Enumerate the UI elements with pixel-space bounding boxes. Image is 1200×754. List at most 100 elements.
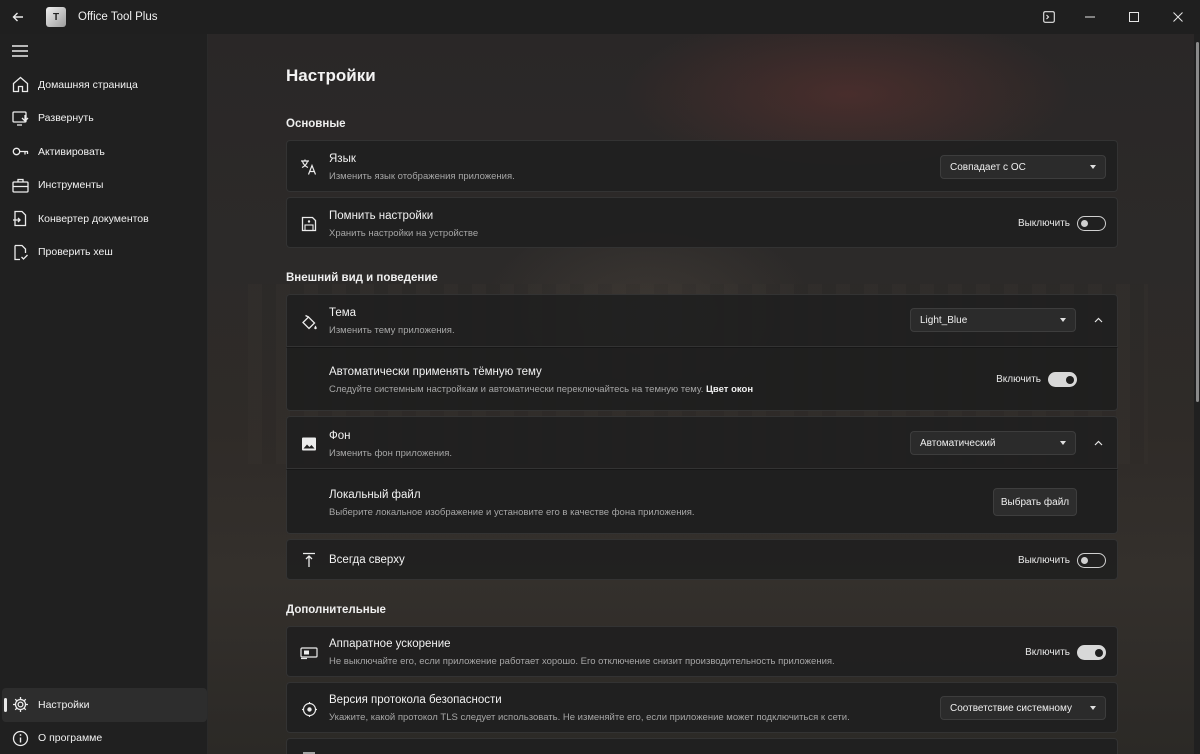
- toolbox-icon: [11, 176, 29, 194]
- sidebar-item-settings[interactable]: Настройки: [2, 688, 207, 722]
- setting-title: Всегда сверху: [329, 554, 405, 566]
- setting-tls: Версия протокола безопасности Укажите, к…: [286, 682, 1118, 733]
- caret-down-icon: [1090, 706, 1096, 710]
- settings-page: Настройки Основные Язык Изменить язык от…: [208, 34, 1200, 754]
- chevron-up-icon: [1094, 317, 1102, 323]
- setting-title: Тема: [329, 307, 357, 319]
- setting-description: Выберите локальное изображение и установ…: [329, 507, 695, 518]
- sidebar-item-label: Конвертер документов: [38, 212, 149, 225]
- sidebar-item-tools[interactable]: Инструменты: [0, 169, 207, 203]
- caret-down-icon: [1090, 165, 1096, 169]
- setting-always-on-top: Всегда сверху Выключить: [286, 539, 1118, 580]
- sidebar-footer: Настройки О программе: [0, 688, 207, 754]
- maximize-button[interactable]: [1112, 0, 1156, 34]
- deploy-icon: [11, 109, 29, 127]
- close-icon: [1173, 12, 1183, 22]
- sidebar-item-about[interactable]: О программе: [0, 722, 207, 754]
- sidebar-item-converter[interactable]: Конвертер документов: [0, 202, 207, 236]
- minimize-icon: [1085, 16, 1095, 18]
- choose-file-button[interactable]: Выбрать файл: [993, 488, 1077, 516]
- background-dropdown[interactable]: Автоматический: [910, 431, 1076, 455]
- setting-description: Укажите, какой протокол TLS следует испо…: [329, 712, 850, 723]
- pin-top-icon: [299, 550, 319, 570]
- setting-description: Не выключайте его, если приложение работ…: [329, 656, 835, 667]
- always-on-top-toggle[interactable]: [1077, 553, 1106, 568]
- collapse-background-button[interactable]: [1088, 433, 1108, 453]
- sidebar: Домашняя страница Развернуть Активироват…: [0, 34, 208, 754]
- window-title: Office Tool Plus: [78, 11, 158, 23]
- toggle-label: Выключить: [1017, 218, 1070, 229]
- dropdown-value: Light_Blue: [920, 314, 968, 326]
- minimize-button[interactable]: [1068, 0, 1112, 34]
- tls-dropdown[interactable]: Соответствие системному: [940, 696, 1106, 720]
- list-icon: [299, 749, 319, 754]
- setting-description: Хранить настройки на устройстве: [329, 228, 479, 239]
- setting-title: Локальный файл: [329, 489, 421, 501]
- setting-title: Фон: [329, 430, 351, 442]
- chevron-up-icon: [1094, 440, 1102, 446]
- paint-bucket-icon: [299, 312, 319, 332]
- menu-toggle-button[interactable]: [0, 34, 207, 68]
- language-dropdown[interactable]: Совпадает с ОС: [940, 155, 1106, 179]
- description-text: Следуйте системным настройкам и автомати…: [329, 384, 704, 395]
- arrow-left-icon: [12, 12, 23, 22]
- hamburger-icon: [12, 45, 28, 57]
- caret-down-icon: [1060, 318, 1066, 322]
- security-shield-icon: [299, 699, 319, 719]
- dropdown-value: Автоматический: [920, 437, 996, 449]
- setting-description: Изменить тему приложения.: [329, 325, 455, 336]
- gear-icon: [11, 696, 29, 714]
- scrollbar[interactable]: [1196, 42, 1199, 402]
- terminal-icon: [1043, 11, 1055, 23]
- collapse-theme-button[interactable]: [1088, 310, 1108, 330]
- translate-icon: [299, 157, 319, 177]
- maximize-icon: [1129, 12, 1139, 22]
- dropdown-value: Совпадает с ОС: [950, 161, 1026, 173]
- info-icon: [11, 729, 29, 747]
- home-icon: [11, 76, 29, 94]
- setting-description: Следуйте системным настройкам и автомати…: [329, 384, 753, 395]
- setting-hw-accel: Аппаратное ускорение Не выключайте его, …: [286, 626, 1118, 677]
- back-button[interactable]: [0, 0, 36, 34]
- setting-remember: Помнить настройки Хранить настройки на у…: [286, 197, 1118, 248]
- auto-dark-toggle[interactable]: [1048, 372, 1077, 387]
- sidebar-item-home[interactable]: Домашняя страница: [0, 68, 207, 102]
- setting-title: Автоматически применять тёмную тему: [329, 366, 542, 378]
- hw-accel-toggle[interactable]: [1077, 645, 1106, 660]
- setting-local-file: Локальный файл Выберите локальное изобра…: [286, 469, 1118, 534]
- remember-toggle[interactable]: [1077, 216, 1106, 231]
- setting-background: Фон Изменить фон приложения. Автоматичес…: [286, 416, 1118, 469]
- terminal-button[interactable]: [1030, 0, 1068, 34]
- title-bar: T Office Tool Plus: [0, 0, 1200, 34]
- setting-title: Помнить настройки: [329, 210, 434, 222]
- section-appearance: Внешний вид и поведение: [286, 272, 438, 284]
- sidebar-item-activate[interactable]: Активировать: [0, 135, 207, 169]
- app-logo: T: [46, 7, 66, 27]
- sidebar-item-label: Настройки: [38, 698, 90, 711]
- setting-title: Версия протокола безопасности: [329, 694, 502, 706]
- toggle-label: Включить: [1025, 647, 1070, 658]
- setting-theme: Тема Изменить тему приложения. Light_Blu…: [286, 294, 1118, 347]
- image-icon: [299, 434, 319, 454]
- gpu-icon: [299, 643, 319, 663]
- sidebar-item-label: Развернуть: [38, 112, 94, 125]
- section-advanced: Дополнительные: [286, 604, 386, 616]
- section-basic: Основные: [286, 118, 346, 130]
- save-icon: [299, 214, 319, 234]
- setting-title: Аппаратное ускорение: [329, 638, 451, 650]
- sidebar-item-label: Активировать: [38, 145, 105, 158]
- caret-down-icon: [1060, 441, 1066, 445]
- window-color-link[interactable]: Цвет окон: [706, 384, 753, 395]
- sidebar-item-deploy[interactable]: Развернуть: [0, 102, 207, 136]
- dropdown-value: Соответствие системному: [950, 702, 1072, 714]
- toggle-label: Включить: [996, 374, 1041, 385]
- convert-document-icon: [11, 210, 29, 228]
- theme-dropdown[interactable]: Light_Blue: [910, 308, 1076, 332]
- setting-description: Изменить язык отображения приложения.: [329, 171, 515, 182]
- close-button[interactable]: [1156, 0, 1200, 34]
- setting-language: Язык Изменить язык отображения приложени…: [286, 140, 1118, 192]
- sidebar-item-hash[interactable]: Проверить хеш: [0, 236, 207, 270]
- key-icon: [11, 143, 29, 161]
- sidebar-item-label: Домашняя страница: [38, 78, 138, 91]
- setting-description: Изменить фон приложения.: [329, 448, 453, 459]
